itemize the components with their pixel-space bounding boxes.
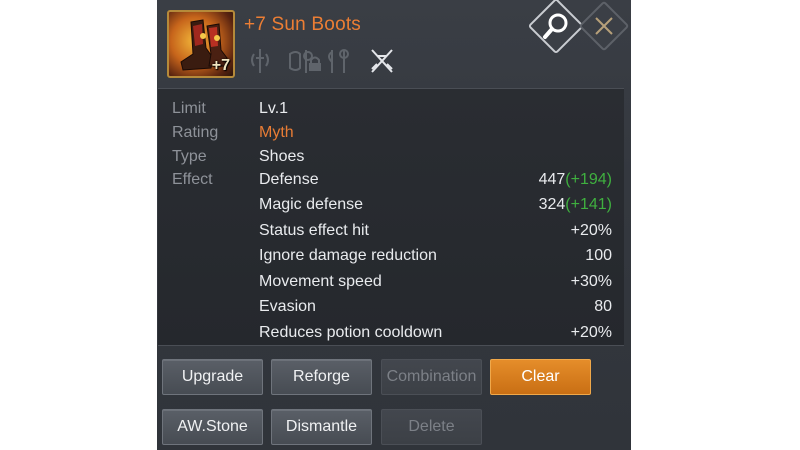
type-label: Type <box>172 148 207 165</box>
effect-label: Effect <box>172 171 213 188</box>
delete-button[interactable]: Delete <box>381 409 482 445</box>
awstone-button[interactable]: AW.Stone <box>162 409 263 445</box>
limit-label: Limit <box>172 100 206 117</box>
rating-label: Rating <box>172 124 219 141</box>
effect-value: 80 <box>594 298 612 315</box>
effect-value: +20% <box>570 324 612 341</box>
effect-name: Movement speed <box>259 273 382 290</box>
effect-value: 447(+194) <box>538 171 612 188</box>
effect-name: Evasion <box>259 298 316 315</box>
enhance-level-badge: +7 <box>211 57 230 74</box>
type-value: Shoes <box>259 148 305 165</box>
item-details-box <box>158 88 624 346</box>
effect-value: +30% <box>570 273 612 290</box>
effect-value: +20% <box>570 222 612 239</box>
effect-name: Ignore damage reduction <box>259 247 437 264</box>
effect-name: Magic defense <box>259 196 364 213</box>
magnifier-icon[interactable] <box>540 10 572 42</box>
combination-button[interactable]: Combination <box>381 359 482 395</box>
close-icon[interactable] <box>592 14 616 38</box>
item-title: +7 Sun Boots <box>244 14 362 35</box>
effect-name: Reduces potion cooldown <box>259 324 443 341</box>
effect-name: Defense <box>259 171 319 188</box>
effect-name: Status effect hit <box>259 222 369 239</box>
crossed-swords-icon <box>251 49 269 73</box>
limit-value: Lv.1 <box>259 100 289 117</box>
upgrade-button[interactable]: Upgrade <box>162 359 263 395</box>
effect-bonus: (+194) <box>565 171 612 188</box>
lock-icon <box>309 56 321 71</box>
clear-button[interactable]: Clear <box>490 359 591 395</box>
effect-value: 100 <box>585 247 612 264</box>
axe-staff-icon <box>328 49 349 73</box>
crossed-daggers-icon <box>371 49 393 73</box>
effect-value: 324(+141) <box>538 196 612 213</box>
effect-bonus: (+141) <box>565 196 612 213</box>
reforge-button[interactable]: Reforge <box>271 359 372 395</box>
item-icon: +7 <box>167 10 235 78</box>
dismantle-button[interactable]: Dismantle <box>271 409 372 445</box>
rating-value: Myth <box>259 124 294 141</box>
